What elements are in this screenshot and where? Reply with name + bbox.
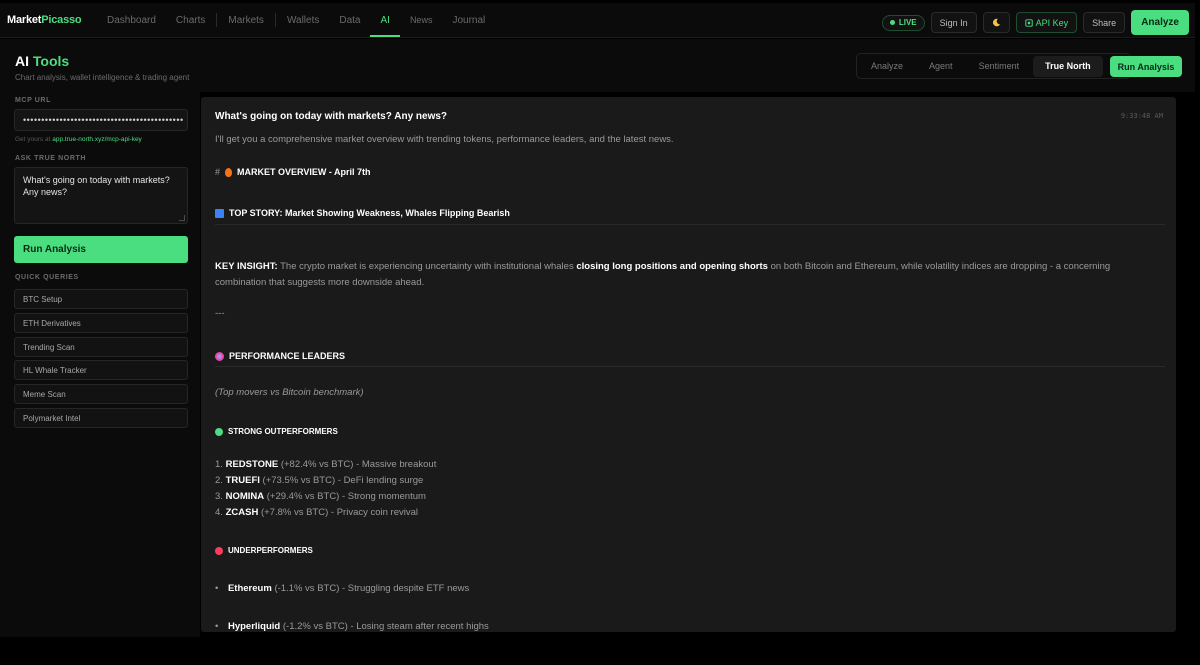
page-title: AI Tools xyxy=(15,53,70,69)
outperformers-heading: STRONG OUTPERFORMERS xyxy=(215,427,338,436)
ask-true-north-label: ASK TRUE NORTH xyxy=(15,155,87,162)
assistant-intro: I'll get you a comprehensive market over… xyxy=(215,134,674,145)
underperformers-heading: UNDERPERFORMERS xyxy=(215,546,313,555)
chart-increasing-icon xyxy=(215,208,224,218)
live-indicator: LIVE xyxy=(881,14,925,31)
tab-sentiment[interactable]: Sentiment xyxy=(967,56,1032,77)
sign-in-button[interactable]: Sign In xyxy=(930,12,977,33)
outperformer-item: 4. ZCASH (+7.8% vs BTC) - Privacy coin r… xyxy=(215,507,419,518)
nav-charts[interactable]: Charts xyxy=(166,3,215,37)
tab-agent[interactable]: Agent xyxy=(917,56,965,77)
ask-textarea[interactable]: What's going on today with markets? Any … xyxy=(14,167,188,224)
resize-handle-icon[interactable] xyxy=(179,215,185,221)
quick-query-btc-setup[interactable]: BTC Setup xyxy=(14,289,188,309)
separator-text: --- xyxy=(215,308,225,319)
key-icon xyxy=(1024,18,1033,27)
nav-divider xyxy=(274,13,276,27)
tab-true-north[interactable]: True North xyxy=(1033,55,1103,77)
message-timestamp: 9:33:48 AM xyxy=(1120,112,1163,120)
outperformer-item: 1. REDSTONE (+82.4% vs BTC) - Massive br… xyxy=(215,459,437,470)
app-logo[interactable]: MarketPicasso xyxy=(7,14,93,26)
fire-icon xyxy=(225,167,233,177)
section-divider xyxy=(215,224,1165,225)
analyze-button[interactable]: Analyze xyxy=(1131,10,1189,35)
green-circle-icon xyxy=(215,427,223,436)
nav-wallets[interactable]: Wallets xyxy=(277,3,329,37)
outperformer-item: 3. NOMINA (+29.4% vs BTC) - Strong momen… xyxy=(215,491,426,502)
share-button[interactable]: Share xyxy=(1083,12,1126,33)
nav-journal[interactable]: Journal xyxy=(442,3,495,37)
topbar-actions: LIVE Sign In API Key Share Analyze xyxy=(881,10,1189,35)
sidebar: MCP URL ••••••••••••••••••••••••••••••••… xyxy=(0,92,200,637)
nav-divider xyxy=(216,13,218,27)
performance-subtitle: (Top movers vs Bitcoin benchmark) xyxy=(215,387,364,398)
mcp-help-text: Get yours at app.true-north.xyz/mcp-api-… xyxy=(15,136,142,143)
nav-dashboard[interactable]: Dashboard xyxy=(97,3,166,37)
key-insight-line-1: KEY INSIGHT: The crypto market is experi… xyxy=(215,261,1111,272)
live-dot-icon xyxy=(889,20,895,25)
key-insight-line-2: combination that suggests more downside … xyxy=(215,277,425,288)
top-navigation-bar: MarketPicasso Dashboard Charts Markets W… xyxy=(0,3,1195,38)
user-question: What's going on today with markets? Any … xyxy=(215,111,448,122)
quick-query-hl-whale-tracker[interactable]: HL Whale Tracker xyxy=(14,360,188,380)
tab-analyze[interactable]: Analyze xyxy=(859,56,915,77)
target-icon xyxy=(215,351,224,361)
quick-query-polymarket-intel[interactable]: Polymarket Intel xyxy=(14,408,188,428)
quick-query-eth-derivatives[interactable]: ETH Derivatives xyxy=(14,313,188,333)
outperformer-item: 2. TRUEFI (+73.5% vs BTC) - DeFi lending… xyxy=(215,475,424,486)
nav-data[interactable]: Data xyxy=(329,3,370,37)
underperformer-item: Ethereum (-1.1% vs BTC) - Struggling des… xyxy=(215,581,469,597)
performance-leaders-heading: PERFORMANCE LEADERS xyxy=(215,351,345,361)
theme-toggle-button[interactable] xyxy=(982,12,1010,33)
run-analysis-button[interactable]: Run Analysis xyxy=(14,236,188,263)
moon-icon xyxy=(992,18,1000,27)
red-circle-icon xyxy=(215,546,223,555)
page-header: AI Tools Chart analysis, wallet intellig… xyxy=(0,39,1195,92)
chat-panel[interactable]: What's going on today with markets? Any … xyxy=(201,97,1176,632)
run-analysis-header-button[interactable]: Run Analysis xyxy=(1110,56,1182,77)
top-story-heading: TOP STORY: Market Showing Weakness, Whal… xyxy=(215,208,510,218)
section-divider xyxy=(215,366,1165,367)
nav-markets[interactable]: Markets xyxy=(218,3,274,37)
nav-news[interactable]: News xyxy=(400,3,443,37)
quick-query-trending-scan[interactable]: Trending Scan xyxy=(14,337,188,357)
page-subtitle: Chart analysis, wallet intelligence & tr… xyxy=(15,73,190,82)
underperformer-item: Hyperliquid (-1.2% vs BTC) - Losing stea… xyxy=(215,619,489,632)
market-overview-heading: # MARKET OVERVIEW - April 7th xyxy=(215,167,371,177)
quick-query-meme-scan[interactable]: Meme Scan xyxy=(14,384,188,404)
tool-tabs: Analyze Agent Sentiment True North xyxy=(856,53,1131,79)
mcp-url-input[interactable]: ••••••••••••••••••••••••••••••••••••••••… xyxy=(14,109,188,131)
nav-ai[interactable]: AI xyxy=(370,3,401,37)
main-nav: Dashboard Charts Markets Wallets Data AI… xyxy=(97,3,495,37)
quick-queries-label: QUICK QUERIES xyxy=(15,274,79,281)
mcp-url-label: MCP URL xyxy=(15,97,51,104)
api-key-button[interactable]: API Key xyxy=(1015,12,1078,33)
mcp-api-key-link[interactable]: app.true-north.xyz/mcp-api-key xyxy=(52,136,142,143)
